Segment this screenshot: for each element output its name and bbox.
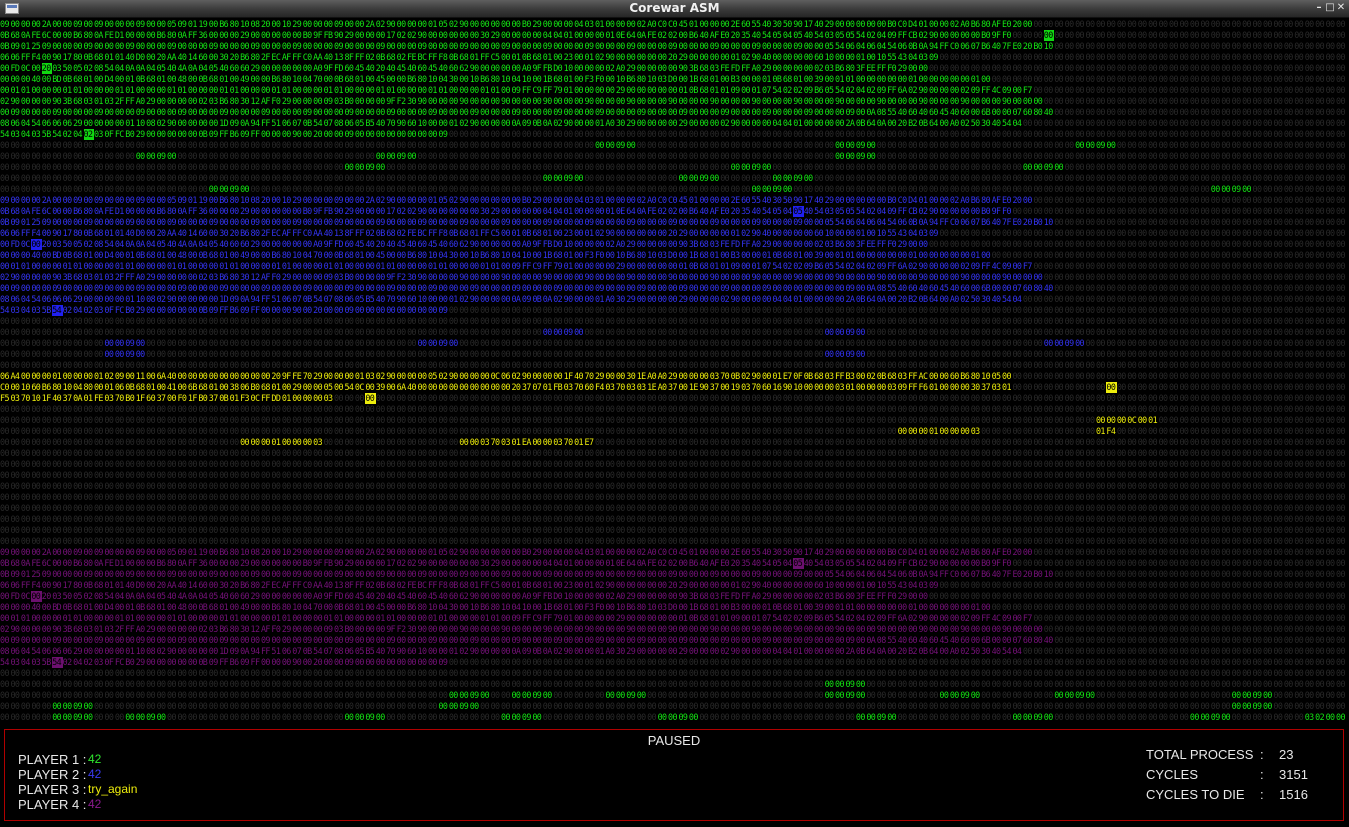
memory-row: 00 00 00 00 00 00 00 00 00 00 00 00 00 00 00 00 00 00 00 00… <box>0 459 1346 469</box>
player-4-label: PLAYER 4 : <box>18 797 87 812</box>
memory-row: 0B 68 0A FE 6C 00 00 B6 80 0A FE D1 00 00 00 B6 80 0A FF 36… <box>0 30 1346 41</box>
cycles-colon: : <box>1260 767 1264 782</box>
memory-row: 00 00 00 00 00 00 00 00 00 00 00 00 00 00 00 00 00 00 00 00… <box>0 404 1346 414</box>
memory-row: 00 00 00 00 00 00 00 00 00 00 00 00 00 00 00 00 00 00 00 00… <box>0 470 1346 480</box>
memory-row: 54 03 04 03 5B 54 02 04 02 03 0F FC B0 29 00 00 00 00 00 0B… <box>0 129 1346 140</box>
memory-arena: 09 00 00 00 2A 00 00 09 00 09 00 00 00 09 00 00 05 09 01 19… <box>0 19 1349 728</box>
memory-row: 00 FD 0C 00 20 03 50 05 02 08 54 04 0A 0A 04 05 40 4A 0A 04… <box>0 63 1346 74</box>
player-4-name: 42 <box>88 797 102 811</box>
memory-row: 00 00 00 40 00 BD 0B 68 01 00 D4 00 01 0B 68 01 00 48 00 0B… <box>0 250 1346 260</box>
memory-row: 02 90 00 00 00 90 3B 68 03 01 03 2F FF A0 29 00 00 00 00 02… <box>0 624 1346 634</box>
player-3-row: PLAYER 3 : try_again <box>18 782 137 797</box>
memory-row: 00 01 01 00 00 00 01 01 00 00 00 01 01 00 00 00 01 01 00 00… <box>0 261 1346 271</box>
memory-row: 0B 09 01 25 09 00 00 00 09 00 00 00 09 00 00 00 09 00 00 00… <box>0 569 1346 579</box>
memory-row: 00 00 00 00 00 00 00 00 00 00 00 00 00 00 00 00 00 00 00 00… <box>0 415 1346 425</box>
memory-row: 00 00 00 00 00 00 00 09 00 00 00 00 00 00 09 00 00 00 00 00… <box>0 712 1346 722</box>
memory-row: 00 00 00 00 00 00 00 00 00 00 00 00 00 00 00 00 00 00 00 00… <box>0 525 1346 535</box>
memory-row: 00 00 00 40 00 BD 0B 68 01 00 D4 00 01 0B 68 01 00 48 00 0B… <box>0 74 1346 84</box>
memory-row: 54 03 04 03 5B 54 02 04 02 03 0F FC B0 29 00 00 00 00 00 0B… <box>0 657 1346 668</box>
memory-row: 00 00 00 00 00 00 00 00 00 00 00 00 00 00 00 00 00 00 00 00… <box>0 437 1346 447</box>
memory-row: 06 06 FF F4 00 90 17 80 0B 68 01 01 40 D0 00 20 AA 40 14 60… <box>0 228 1346 238</box>
memory-row: 0B 68 0A FE 6C 00 00 B6 80 0A FE D1 00 00 00 B6 80 0A FF 36… <box>0 206 1346 217</box>
memory-row: 08 06 04 54 06 06 06 29 00 00 00 00 01 10 08 02 90 00 00 00… <box>0 294 1346 304</box>
player-3-label: PLAYER 3 : <box>18 782 87 797</box>
total-process-value: 23 <box>1279 747 1294 762</box>
player-1-row: PLAYER 1 : 42 <box>18 752 101 767</box>
memory-row: 00 00 00 00 00 00 00 00 00 00 00 00 00 00 00 00 00 00 00 00… <box>0 173 1346 183</box>
memory-row: 54 03 04 03 5B 54 02 04 02 03 0F FC B0 29 00 00 00 00 00 0B… <box>0 305 1346 316</box>
memory-row: 00 00 00 00 00 00 00 00 00 00 00 00 00 00 00 00 00 00 00 00… <box>0 448 1346 458</box>
memory-row: 00 09 00 00 00 09 00 00 00 09 00 00 00 09 00 00 00 09 00 00… <box>0 635 1346 645</box>
title-bar[interactable]: Corewar ASM – □ ✕ <box>0 0 1349 18</box>
memory-row: 06 A4 00 00 00 01 00 00 00 01 02 09 00 11 00 6A 40 00 00 00… <box>0 371 1346 381</box>
cycles-to-die-label: CYCLES TO DIE <box>1146 787 1245 802</box>
total-process-label: TOTAL PROCESS <box>1146 747 1254 762</box>
memory-row: 00 00 00 00 00 00 00 00 00 00 00 00 00 00 00 00 00 00 00 00… <box>0 162 1346 172</box>
memory-row: 00 00 00 00 00 00 00 00 00 00 00 00 00 00 00 00 00 00 00 00… <box>0 690 1346 700</box>
cycles-to-die-colon: : <box>1260 787 1264 802</box>
memory-row: 00 00 00 00 00 00 00 00 00 00 00 00 00 00 00 00 00 00 00 00… <box>0 360 1346 370</box>
memory-row: 00 00 00 00 00 00 00 00 00 00 00 00 00 00 00 09 00 00 00 00… <box>0 151 1346 161</box>
player-2-label: PLAYER 2 : <box>18 767 87 782</box>
memory-row: 00 00 00 00 00 00 00 09 00 00 00 00 00 00 00 00 00 00 00 00… <box>0 701 1346 711</box>
player-2-row: PLAYER 2 : 42 <box>18 767 101 782</box>
memory-row: 02 90 00 00 00 90 3B 68 03 01 03 2F FF A0 29 00 00 00 00 02… <box>0 272 1346 282</box>
memory-row: 00 00 00 00 00 00 00 00 00 00 00 00 00 00 00 00 00 00 00 00… <box>0 679 1346 689</box>
info-panel: PAUSED PLAYER 1 : 42 PLAYER 2 : 42 PLAYE… <box>4 729 1344 821</box>
memory-row: C0 00 10 60 B6 80 10 04 80 00 01 06 0B 68 01 00 41 00 6B 68… <box>0 382 1346 393</box>
memory-row: 00 00 00 00 00 00 00 00 00 00 00 00 00 00 00 00 00 00 00 00… <box>0 140 1346 150</box>
window-title: Corewar ASM <box>629 1 720 15</box>
player-1-name: 42 <box>88 752 102 766</box>
memory-row: 00 00 00 00 00 00 00 00 00 00 00 00 00 00 00 00 00 00 00 00… <box>0 536 1346 546</box>
memory-row: 00 00 00 00 00 00 00 00 00 00 00 00 00 00 00 00 00 00 00 00… <box>0 492 1346 502</box>
memory-row: F5 03 70 10 1F 40 37 0A 01 FE 03 70 B0 1F 60 37 00 F0 1F B0… <box>0 393 1346 404</box>
memory-row: 08 06 04 54 06 06 06 29 00 00 00 00 01 10 08 02 90 00 00 00… <box>0 646 1346 656</box>
cycles-label: CYCLES <box>1146 767 1199 782</box>
memory-row: 00 00 00 00 00 00 00 00 00 00 00 00 00 00 00 00 00 00 00 00… <box>0 481 1346 491</box>
memory-row: 0B 09 01 25 09 00 00 00 09 00 00 00 09 00 00 00 09 00 00 00… <box>0 41 1346 51</box>
cycles-value: 3151 <box>1279 767 1308 782</box>
memory-row: 09 00 00 00 2A 00 00 09 00 09 00 00 00 09 00 00 05 09 01 19… <box>0 195 1346 205</box>
memory-row: 00 00 00 00 00 00 00 00 00 00 00 00 00 00 00 00 00 00 00 00… <box>0 514 1346 524</box>
memory-row: 02 90 00 00 00 90 3B 68 03 01 03 2F FF A0 29 00 00 00 00 02… <box>0 96 1346 106</box>
memory-row: 00 00 00 40 00 BD 0B 68 01 00 D4 00 01 0B 68 01 00 48 00 0B… <box>0 602 1346 612</box>
player-3-name: try_again <box>88 782 138 796</box>
memory-row: 0B 09 01 25 09 00 00 00 09 00 00 00 09 00 00 00 09 00 00 00… <box>0 217 1346 227</box>
memory-row: 00 00 00 00 00 00 00 00 00 00 00 00 00 00 00 00 00 00 00 00… <box>0 184 1346 194</box>
memory-row: 09 00 00 00 2A 00 00 09 00 09 00 00 00 09 00 00 05 09 01 19… <box>0 19 1346 29</box>
memory-row: 0B 68 0A FE 6C 00 00 B6 80 0A FE D1 00 00 00 B6 80 0A FF 36… <box>0 558 1346 569</box>
memory-row: 00 00 00 00 00 00 00 00 00 00 00 00 00 00 00 00 00 00 00 00… <box>0 316 1346 326</box>
memory-row: 00 01 01 00 00 00 01 01 00 00 00 01 01 00 00 00 01 01 00 00… <box>0 85 1346 95</box>
total-process-colon: : <box>1260 747 1264 762</box>
memory-row: 00 00 00 00 00 00 00 00 00 00 00 00 00 00 00 00 00 00 00 00… <box>0 668 1346 678</box>
status-label: PAUSED <box>647 733 701 748</box>
memory-row: 00 00 00 00 00 00 00 00 00 00 00 00 09 00 00 00 00 00 00 00… <box>0 338 1346 348</box>
memory-row: 00 09 00 00 00 09 00 00 00 09 00 00 00 09 00 00 00 09 00 00… <box>0 107 1346 117</box>
memory-row: 00 00 00 00 00 00 00 00 00 00 00 00 00 00 00 00 00 00 00 00… <box>0 327 1346 337</box>
memory-row: 00 00 00 00 00 00 00 00 00 00 00 00 09 00 00 00 00 00 00 00… <box>0 349 1346 359</box>
memory-row: 06 06 FF F4 00 90 17 80 0B 68 01 01 40 D0 00 20 AA 40 14 60… <box>0 52 1346 62</box>
memory-row: 00 01 01 00 00 00 01 01 00 00 00 01 01 00 00 00 01 01 00 00… <box>0 613 1346 623</box>
memory-row: 00 FD 0C 00 20 03 50 05 02 08 54 04 0A 0A 04 05 40 4A 0A 04… <box>0 239 1346 250</box>
memory-row: 00 00 00 00 00 00 00 00 00 00 00 00 00 00 00 00 00 00 00 00… <box>0 503 1346 513</box>
memory-row: 09 00 00 00 2A 00 00 09 00 09 00 00 00 09 00 00 05 09 01 19… <box>0 547 1346 557</box>
memory-row: 00 FD 0C 00 20 03 50 05 02 08 54 04 0A 0A 04 05 40 4A 0A 04… <box>0 591 1346 602</box>
player-4-row: PLAYER 4 : 42 <box>18 797 101 812</box>
memory-row: 00 09 00 00 00 09 00 00 00 09 00 00 00 09 00 00 00 09 00 00… <box>0 283 1346 293</box>
cycles-to-die-value: 1516 <box>1279 787 1308 802</box>
player-2-name: 42 <box>88 767 102 781</box>
memory-row: 06 06 FF F4 00 90 17 80 0B 68 01 01 40 D0 00 20 AA 40 14 60… <box>0 580 1346 590</box>
close-icon[interactable]: ✕ <box>1335 2 1347 15</box>
player-1-label: PLAYER 1 : <box>18 752 87 767</box>
memory-row: 00 00 00 00 00 00 00 00 00 00 00 00 00 00 00 00 00 00 00 00… <box>0 426 1346 436</box>
memory-row: 08 06 04 54 06 06 06 29 00 00 00 00 01 10 08 02 90 00 00 00… <box>0 118 1346 128</box>
